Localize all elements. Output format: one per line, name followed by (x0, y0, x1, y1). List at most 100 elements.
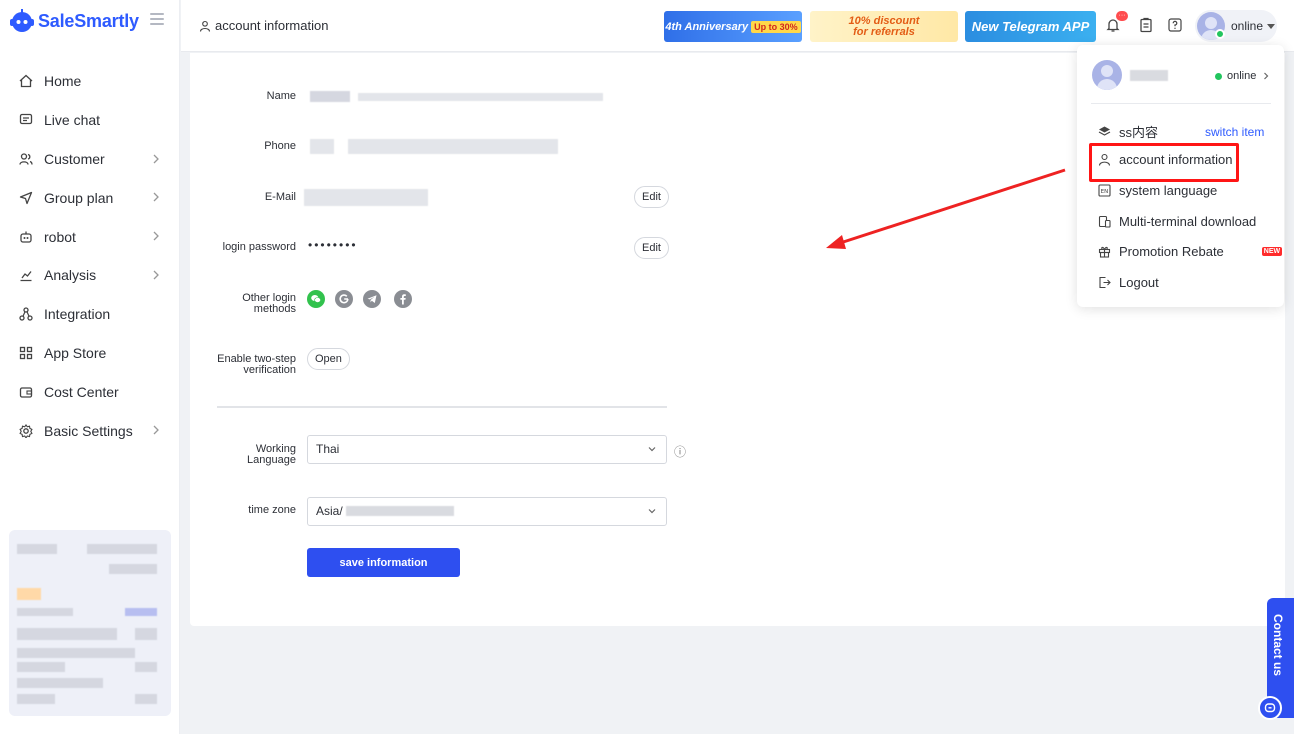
referral-discount-banner[interactable]: 10% discount for referrals (810, 11, 958, 42)
language-icon: EN (1097, 184, 1111, 198)
page-title: account information (215, 18, 329, 33)
sidebar-item-label: Basic Settings (44, 422, 133, 439)
robot-icon (18, 229, 34, 245)
sidebar-item-app-store[interactable]: App Store (0, 334, 180, 373)
sidebar-item-customer[interactable]: Customer (0, 140, 180, 179)
sidebar-item-label: Group plan (44, 189, 114, 206)
menu-item-promotion-rebate[interactable]: Promotion Rebate NEW (1097, 244, 1283, 259)
annotation-arrow (826, 168, 1066, 249)
svg-text:EN: EN (1100, 189, 1108, 195)
switch-item-link[interactable]: switch item (1205, 125, 1264, 139)
users-icon (18, 151, 34, 167)
sidebar-item-label: Cost Center (44, 383, 119, 400)
sidebar-item-label: Customer (44, 150, 105, 167)
chevron-right-icon (1264, 72, 1269, 80)
wechat-icon[interactable] (307, 290, 325, 308)
sidebar-item-label: App Store (44, 344, 107, 361)
annotation-highlight-box (1089, 143, 1239, 182)
user-icon (199, 20, 211, 32)
gear-icon (18, 423, 34, 439)
name-label: Name (266, 90, 296, 102)
sidebar-item-robot[interactable]: robot (0, 217, 180, 256)
layers-icon (1097, 125, 1111, 139)
working-language-select[interactable]: Thai (307, 435, 667, 464)
user-menu-toggle[interactable]: online (1195, 10, 1277, 42)
working-language-label: Working Language (247, 443, 296, 466)
send-icon (18, 190, 34, 206)
grid-icon (18, 345, 34, 361)
menu-status[interactable]: online (1215, 70, 1270, 82)
notification-badge: ··· (1116, 11, 1128, 21)
chevron-right-icon (153, 192, 159, 202)
edit-email-button[interactable]: Edit (634, 186, 669, 208)
menu-item-logout[interactable]: Logout (1097, 275, 1159, 290)
menu-item-multi-terminal-download[interactable]: Multi-terminal download (1097, 214, 1256, 229)
menu-divider (1091, 103, 1271, 104)
sidebar: SaleSmartly Home Live chat Customer Grou… (0, 0, 180, 734)
two-step-label: Enable two-step verification (217, 353, 296, 376)
sidebar-item-label: Analysis (44, 267, 97, 284)
password-mask: •••••••• (308, 238, 358, 252)
sidebar-item-label: robot (44, 228, 76, 245)
enable-two-step-button[interactable]: Open (307, 348, 350, 370)
logo[interactable]: SaleSmartly (8, 9, 139, 33)
chat-icon (18, 112, 34, 128)
sidebar-item-basic-settings[interactable]: Basic Settings (0, 411, 180, 450)
google-icon[interactable] (335, 290, 353, 308)
section-divider (217, 406, 667, 408)
chevron-down-icon (648, 447, 656, 452)
edit-password-button[interactable]: Edit (634, 237, 669, 259)
new-badge: NEW (1261, 247, 1283, 256)
devices-icon (1097, 215, 1111, 229)
online-status-dot (1215, 72, 1222, 80)
other-login-label: Other login methods (242, 292, 296, 315)
menu-collapse-icon[interactable] (150, 13, 164, 27)
telegram-icon[interactable] (363, 290, 381, 308)
email-label: E-Mail (264, 191, 296, 203)
phone-label: Phone (264, 140, 296, 152)
chevron-right-icon (153, 154, 159, 164)
timezone-label: time zone (248, 504, 296, 516)
sidebar-item-analysis[interactable]: Analysis (0, 256, 180, 295)
chevron-right-icon (153, 231, 159, 241)
brand-name: SaleSmartly (38, 10, 139, 31)
help-icon[interactable] (1167, 17, 1183, 33)
telegram-app-banner[interactable]: New Telegram APP (965, 11, 1096, 42)
home-icon (18, 73, 34, 89)
integration-icon (18, 306, 34, 322)
password-label: login password (222, 241, 296, 253)
sidebar-item-label: Integration (44, 306, 111, 323)
plan-summary-card (9, 530, 171, 716)
robot-logo-icon (8, 9, 36, 33)
save-information-button[interactable]: save information (307, 548, 460, 577)
clipboard-icon[interactable] (1138, 17, 1154, 33)
main-nav: Home Live chat Customer Group plan robot… (0, 62, 180, 450)
menu-item-system-language[interactable]: EN system language (1097, 183, 1217, 198)
chevron-right-icon (153, 270, 159, 280)
sidebar-item-cost-center[interactable]: Cost Center (0, 372, 180, 411)
timezone-value-redacted (346, 506, 455, 516)
facebook-icon[interactable] (394, 290, 412, 308)
sidebar-item-live-chat[interactable]: Live chat (0, 101, 180, 140)
status-label: online (1231, 19, 1264, 33)
info-icon[interactable]: ⓘ (674, 443, 686, 460)
online-status-dot (1215, 29, 1225, 39)
wallet-icon (18, 384, 34, 400)
breadcrumb: account information (199, 18, 328, 33)
chart-icon (18, 267, 34, 283)
menu-username-redacted (1130, 70, 1168, 81)
chevron-right-icon (153, 425, 159, 435)
sidebar-item-home[interactable]: Home (0, 62, 180, 101)
logout-icon (1097, 276, 1111, 290)
caret-down-icon (1267, 23, 1276, 29)
timezone-select[interactable]: Asia/ (307, 497, 667, 526)
chevron-down-icon (648, 509, 656, 514)
sidebar-item-integration[interactable]: Integration (0, 295, 180, 334)
sidebar-item-label: Live chat (44, 112, 101, 129)
chat-bubble-icon[interactable] (1258, 696, 1282, 720)
gift-icon (1097, 245, 1111, 259)
menu-avatar (1092, 60, 1122, 90)
sidebar-item-group-plan[interactable]: Group plan (0, 178, 180, 217)
menu-item-ss-content[interactable]: ss内容 switch item (1097, 122, 1267, 141)
anniversary-banner[interactable]: 4th Anniversary Up to 30% (664, 11, 802, 42)
